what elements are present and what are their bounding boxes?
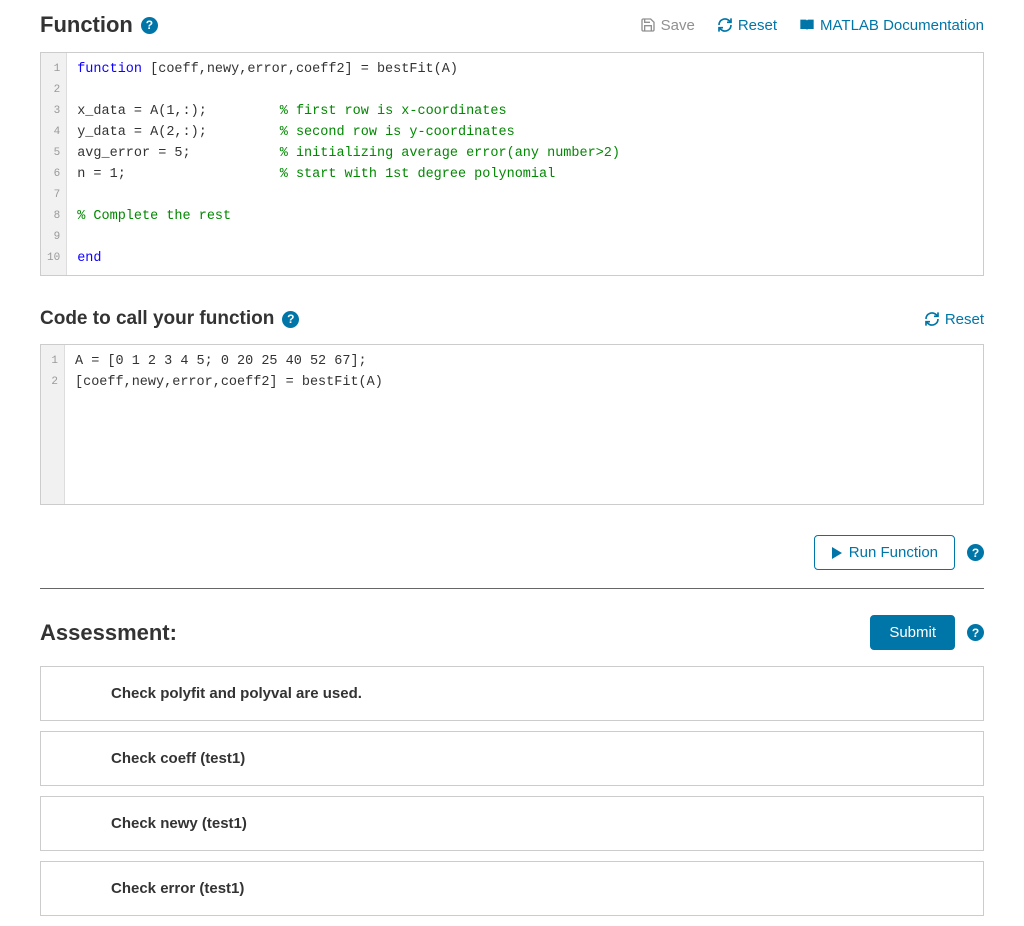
- reset-button-caller[interactable]: Reset: [924, 311, 984, 328]
- function-gutter: 12345678910: [41, 53, 67, 275]
- help-icon[interactable]: ?: [967, 544, 984, 561]
- save-button[interactable]: Save: [640, 17, 695, 34]
- assessment-item[interactable]: Check newy (test1): [40, 796, 984, 851]
- reset-icon: [924, 311, 940, 327]
- caller-code-editor[interactable]: 12 A = [0 1 2 3 4 5; 0 20 25 40 52 67];[…: [40, 344, 984, 505]
- play-icon: [831, 547, 843, 559]
- docs-link[interactable]: MATLAB Documentation: [799, 17, 984, 34]
- reset-label: Reset: [738, 17, 777, 34]
- assessment-header: Assessment: Submit ?: [40, 615, 984, 650]
- function-title-group: Function ?: [40, 12, 158, 38]
- assessment-item[interactable]: Check coeff (test1): [40, 731, 984, 786]
- function-toolbar: Save Reset MATLAB Documentation: [640, 17, 984, 34]
- function-code-content[interactable]: function [coeff,newy,error,coeff2] = bes…: [67, 53, 983, 275]
- help-icon[interactable]: ?: [282, 311, 299, 328]
- assessment-list: Check polyfit and polyval are used. Check…: [40, 666, 984, 916]
- caller-section-header: Code to call your function ? Reset: [40, 308, 984, 330]
- run-function-button[interactable]: Run Function: [814, 535, 955, 570]
- function-section-header: Function ? Save Reset MATLAB Documentati…: [40, 12, 984, 38]
- caller-gutter: 12: [41, 345, 65, 504]
- reset-button-function[interactable]: Reset: [717, 17, 777, 34]
- function-code-editor[interactable]: 12345678910 function [coeff,newy,error,c…: [40, 52, 984, 276]
- save-icon: [640, 17, 656, 33]
- assessment-title: Assessment:: [40, 620, 177, 646]
- caller-code-content[interactable]: A = [0 1 2 3 4 5; 0 20 25 40 52 67];[coe…: [65, 345, 983, 504]
- save-label: Save: [661, 17, 695, 34]
- docs-label: MATLAB Documentation: [820, 17, 984, 34]
- reset-label: Reset: [945, 311, 984, 328]
- assessment-actions: Submit ?: [870, 615, 984, 650]
- help-icon[interactable]: ?: [141, 17, 158, 34]
- book-icon: [799, 17, 815, 33]
- caller-title-group: Code to call your function ?: [40, 308, 299, 330]
- run-label: Run Function: [849, 544, 938, 561]
- function-title: Function: [40, 12, 133, 38]
- help-icon[interactable]: ?: [967, 624, 984, 641]
- run-row: Run Function ?: [40, 535, 984, 589]
- submit-button[interactable]: Submit: [870, 615, 955, 650]
- reset-icon: [717, 17, 733, 33]
- caller-title: Code to call your function: [40, 308, 274, 330]
- assessment-item[interactable]: Check error (test1): [40, 861, 984, 916]
- assessment-item[interactable]: Check polyfit and polyval are used.: [40, 666, 984, 721]
